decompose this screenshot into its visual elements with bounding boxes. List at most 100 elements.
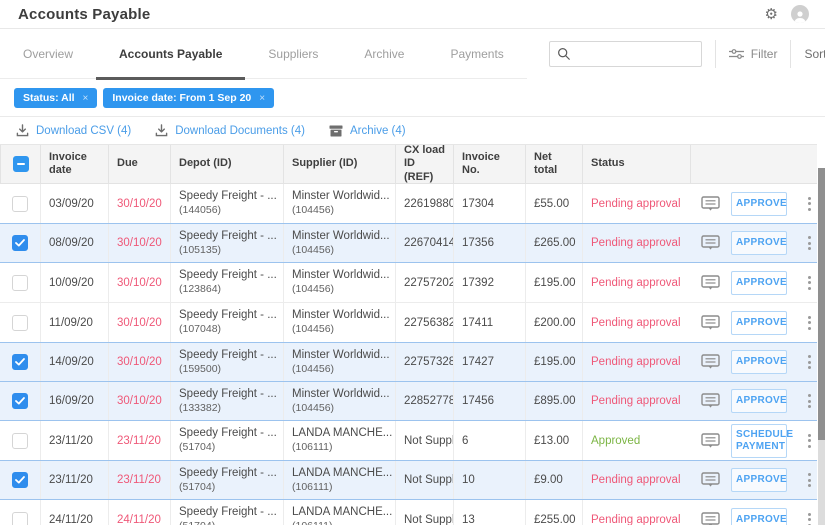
row-menu-kebab-icon[interactable] — [804, 351, 815, 373]
approve-button[interactable]: APPROVE — [731, 270, 787, 295]
depot-cell: Speedy Freight - ...(51704) — [170, 421, 283, 460]
approve-button[interactable]: APPROVE — [731, 389, 787, 413]
row-menu-kebab-icon[interactable] — [804, 430, 815, 452]
search-input[interactable] — [576, 47, 694, 61]
row-actions-cell: APPROVE — [690, 461, 817, 499]
remove-chip-icon[interactable]: × — [83, 93, 89, 104]
row-checkbox[interactable] — [12, 511, 28, 525]
depot-id: (51704) — [179, 480, 216, 493]
table-row[interactable]: 14/09/20 30/10/20 Speedy Freight - ... (159… — [0, 342, 817, 382]
supplier-name: Minster Worldwid... — [292, 190, 390, 203]
row-checkbox[interactable] — [12, 314, 28, 331]
depot-name: Speedy Freight - ... — [179, 269, 277, 282]
user-avatar[interactable] — [791, 5, 809, 23]
invoice-no-cell: 17356 — [453, 224, 525, 262]
row-menu-kebab-icon[interactable] — [804, 509, 815, 525]
tab-overview[interactable]: Overview — [0, 29, 96, 78]
invoices-table: Invoice date Due Depot (ID) Supplier (ID) CX… — [0, 144, 817, 525]
row-checkbox[interactable] — [12, 432, 28, 449]
column-header-label: Status — [591, 157, 625, 170]
row-menu-kebab-icon[interactable] — [804, 312, 815, 334]
schedule-payment-button[interactable]: SCHEDULE PAYMENT — [731, 423, 793, 458]
approve-button[interactable]: APPROVE — [731, 468, 787, 492]
tab-accounts-payable[interactable]: Accounts Payable — [96, 29, 246, 80]
approve-button[interactable]: APPROVE — [731, 350, 787, 374]
row-checkbox[interactable] — [12, 195, 28, 212]
table-row[interactable]: 24/11/2024/11/20Speedy Freight - ...(517… — [0, 500, 817, 525]
cx-load-id-cell: 22619880 — [395, 184, 453, 223]
filter-label: Filter — [750, 47, 778, 61]
row-menu-kebab-icon[interactable] — [804, 390, 815, 412]
row-menu-kebab-icon[interactable] — [804, 272, 815, 294]
supplier-cell: Minster Worldwid... (104456) — [283, 343, 395, 381]
approve-button[interactable]: APPROVE — [731, 507, 787, 525]
depot-id: (51704) — [179, 520, 215, 525]
depot-id: (107048) — [179, 323, 222, 336]
row-actions-cell: SCHEDULE PAYMENT — [690, 421, 817, 460]
archive-4-button[interactable]: Archive (4) — [329, 125, 406, 137]
status-cell: Pending approval — [582, 184, 690, 223]
table-header-row: Invoice date Due Depot (ID) Supplier (ID) CX… — [0, 144, 817, 184]
table-row[interactable]: 16/09/20 30/10/20 Speedy Freight - ... (133… — [0, 381, 817, 421]
row-menu-kebab-icon[interactable] — [804, 469, 815, 491]
row-menu-kebab-icon[interactable] — [804, 193, 815, 215]
column-header-depot-id: Depot (ID) — [170, 145, 283, 183]
comment-bubble-icon[interactable] — [701, 314, 720, 331]
settings-gear-icon[interactable]: ⚙ — [765, 7, 778, 22]
table-row[interactable]: 08/09/20 30/10/20 Speedy Freight - ... (105… — [0, 223, 817, 263]
invoice-no-cell: 17411 — [453, 303, 525, 342]
approve-button[interactable]: APPROVE — [731, 231, 787, 255]
row-menu-kebab-icon[interactable] — [804, 232, 815, 254]
comment-bubble-icon[interactable] — [701, 354, 720, 370]
comment-bubble-icon[interactable] — [701, 432, 720, 449]
row-actions-cell: APPROVE — [690, 382, 817, 420]
filter-button[interactable]: Filter — [728, 47, 778, 61]
invoice-no-cell: 17304 — [453, 184, 525, 223]
approve-button[interactable]: APPROVE — [731, 310, 787, 335]
comment-bubble-icon[interactable] — [701, 393, 720, 409]
tab-suppliers[interactable]: Suppliers — [245, 29, 341, 78]
depot-id: (144056) — [179, 204, 222, 217]
row-checkbox[interactable] — [12, 274, 28, 291]
cx-load-id-cell: Not Suppli... — [395, 461, 453, 499]
tab-archive[interactable]: Archive — [341, 29, 427, 78]
comment-bubble-icon[interactable] — [701, 195, 720, 212]
approve-button[interactable]: APPROVE — [731, 191, 787, 216]
row-checkbox[interactable] — [12, 393, 28, 409]
supplier-name: LANDA MANCHE... — [292, 427, 393, 440]
column-header-label: CX load ID (REF) — [404, 145, 445, 183]
row-checkbox[interactable] — [12, 354, 28, 370]
row-select-cell — [0, 263, 40, 302]
table-row[interactable]: 10/09/20 30/10/20 Speedy Freight - ... (123… — [0, 263, 817, 303]
comment-bubble-icon[interactable] — [701, 235, 720, 251]
supplier-id: (104456) — [292, 243, 335, 256]
vertical-scrollbar-thumb[interactable] — [818, 168, 825, 440]
download-csv-4-button[interactable]: Download CSV (4) — [16, 124, 131, 137]
invoice-date-cell: 11/09/20 — [40, 303, 108, 342]
supplier-name: Minster Worldwid... — [292, 229, 390, 242]
net-total-cell: £13.00 — [525, 421, 582, 460]
sort-button[interactable]: Sort - Due date ↑ — [804, 47, 825, 62]
table-row[interactable]: 03/09/20 30/10/20 Speedy Freight - ... (144… — [0, 184, 817, 224]
row-checkbox[interactable] — [12, 235, 28, 251]
invoice-no-cell: 17456 — [453, 382, 525, 420]
table-row[interactable]: 23/11/20 23/11/20 Speedy Freight - ... (517… — [0, 421, 817, 461]
supplier-name: Minster Worldwid... — [292, 387, 390, 400]
select-all-checkbox[interactable] — [12, 156, 29, 172]
comment-bubble-icon[interactable] — [701, 274, 720, 291]
table-row[interactable]: 23/11/20 23/11/20 Speedy Freight - ... (517… — [0, 460, 817, 500]
table-row[interactable]: 11/09/20 30/10/20 Speedy Freight - ... (107… — [0, 303, 817, 343]
comment-bubble-icon[interactable] — [701, 511, 720, 525]
cx-load-id-cell: Not Suppli... — [395, 421, 453, 460]
comment-bubble-icon[interactable] — [701, 472, 720, 488]
due-date-cell: 24/11/20 — [108, 500, 170, 525]
download-documents-4-button[interactable]: Download Documents (4) — [155, 124, 305, 137]
vertical-scrollbar-track[interactable] — [818, 168, 825, 525]
tab-payments[interactable]: Payments — [427, 29, 526, 78]
action-label: Download CSV (4) — [36, 124, 132, 137]
depot-name: Speedy Freight - ... — [179, 427, 277, 440]
row-checkbox[interactable] — [12, 472, 28, 488]
depot-name: Speedy Freight - ... — [179, 348, 277, 361]
search-box[interactable] — [548, 41, 702, 67]
remove-chip-icon[interactable]: × — [259, 93, 265, 104]
